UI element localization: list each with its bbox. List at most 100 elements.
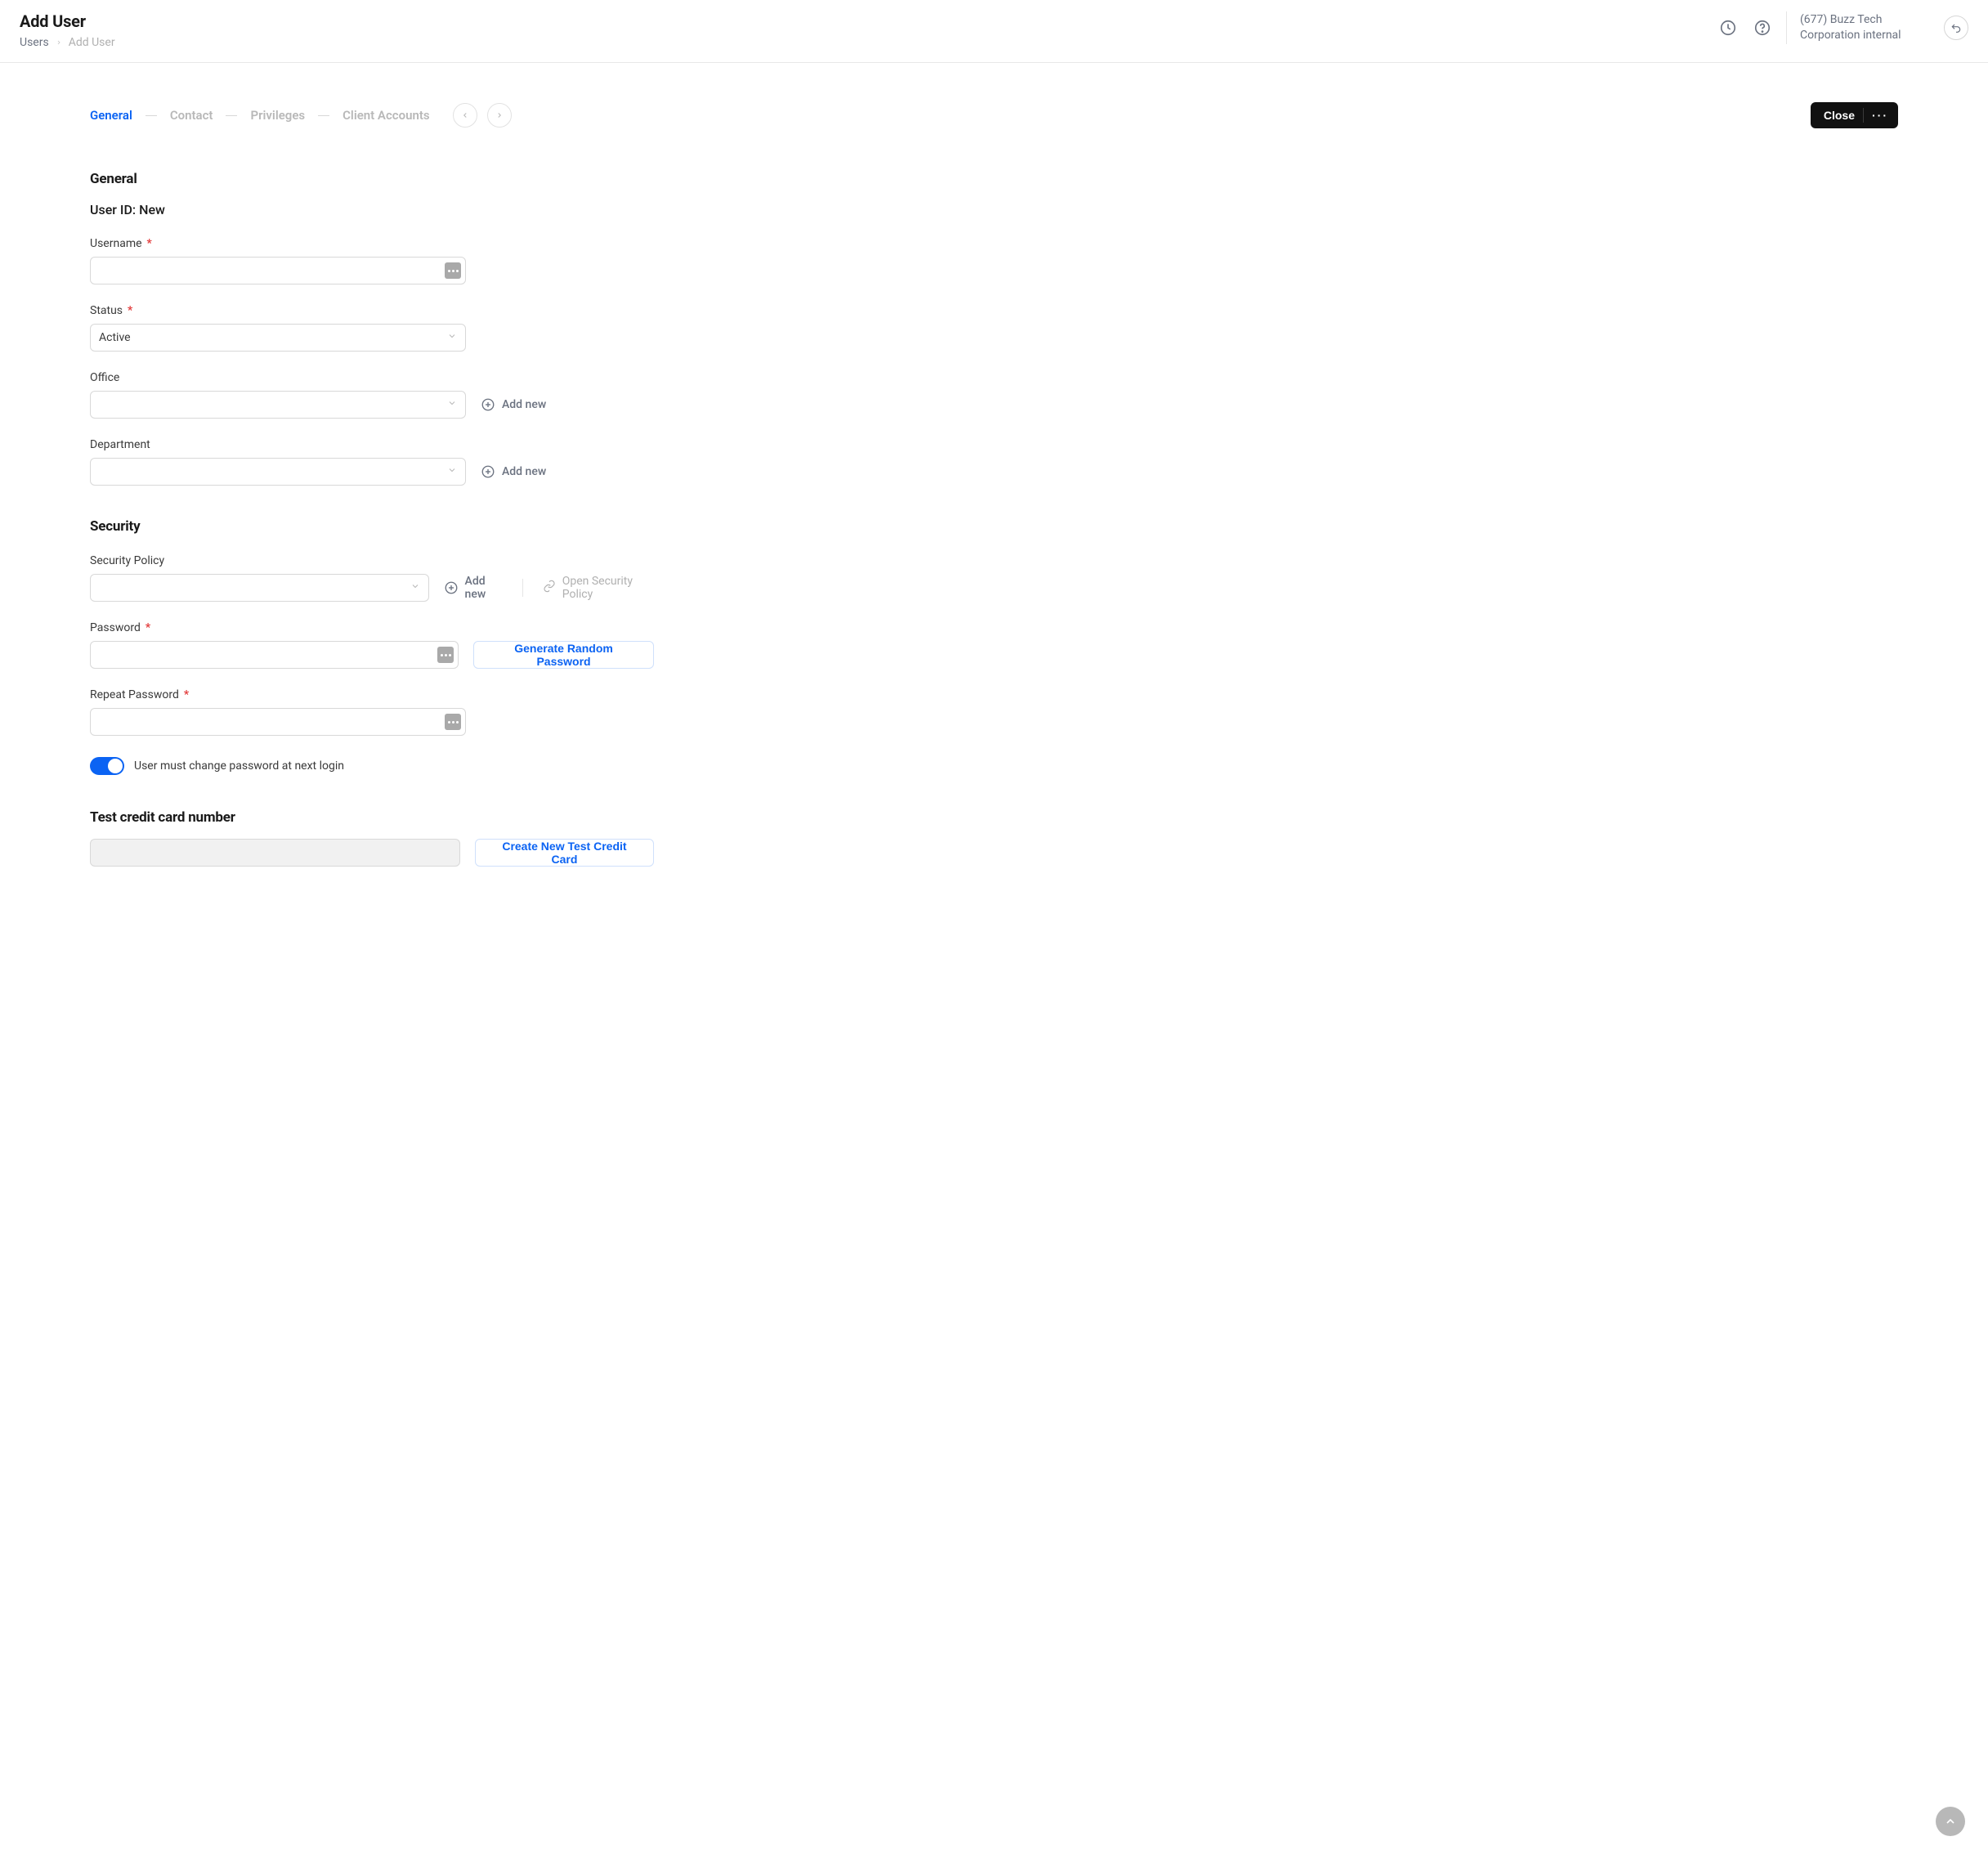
breadcrumb-root[interactable]: Users [20,36,49,49]
close-button-separator [1863,108,1864,123]
vertical-divider [522,579,523,597]
vertical-divider [1786,11,1787,44]
next-tab-button[interactable] [487,103,512,128]
plus-circle-icon [481,397,495,412]
history-icon[interactable] [1717,17,1739,38]
add-new-department-label: Add new [502,465,546,478]
username-input[interactable] [90,257,466,284]
help-icon[interactable] [1752,17,1773,38]
field-password: Password * Generate Random Password [90,621,654,669]
page-title: Add User [20,11,115,31]
chevron-down-icon [447,398,457,411]
generate-password-button[interactable]: Generate Random Password [473,641,654,669]
toggle-knob [108,759,123,773]
link-icon [543,580,556,596]
department-select[interactable] [90,458,466,486]
create-test-credit-card-button[interactable]: Create New Test Credit Card [475,839,654,867]
label-department: Department [90,438,654,451]
tab-separator [226,115,237,116]
status-select[interactable]: Active [90,324,466,352]
add-new-office[interactable]: Add new [481,397,546,412]
form-area: General User ID: New Username * Status * [16,137,1972,867]
label-security-policy-text: Security Policy [90,554,164,567]
chevron-down-icon [447,331,457,344]
user-id-value: New [139,202,165,217]
scroll-to-top-button[interactable] [1936,1807,1965,1836]
undo-icon[interactable] [1944,16,1968,40]
prev-tab-button[interactable] [453,103,477,128]
tab-separator [146,115,157,116]
chevron-down-icon [410,581,420,594]
plus-circle-icon [444,580,459,595]
field-security-policy: Security Policy Add new [90,554,654,602]
repeat-password-input[interactable] [90,708,466,736]
label-status: Status * [90,304,654,317]
section-title-testcc: Test credit card number [90,809,1898,826]
header-left: Add User Users Add User [20,11,115,49]
must-change-toggle[interactable] [90,757,124,775]
password-manager-icon[interactable] [445,262,461,279]
office-select[interactable] [90,391,466,419]
breadcrumb-current: Add User [69,36,115,49]
content-surface: General Contact Privileges Client Accoun… [16,79,1972,916]
section-title-general: General [90,171,1898,187]
field-status: Status * Active [90,304,654,352]
username-input-wrap [90,257,466,284]
chevron-right-icon [56,36,62,49]
breadcrumb: Users Add User [20,36,115,49]
required-asterisk: * [146,621,150,634]
field-office: Office Add new [90,371,654,419]
password-input[interactable] [90,641,459,669]
label-username: Username * [90,237,654,250]
tabs-row: General Contact Privileges Client Accoun… [16,79,1972,137]
field-must-change-password: User must change password at next login [90,757,1898,775]
close-button-label: Close [1824,109,1855,122]
tab-separator [318,115,329,116]
section-title-security: Security [90,518,1898,535]
label-password-text: Password [90,621,141,634]
add-new-department[interactable]: Add new [481,464,546,479]
label-department-text: Department [90,438,150,451]
label-password: Password * [90,621,654,634]
close-button[interactable]: Close ··· [1811,102,1898,128]
tab-contact[interactable]: Contact [170,108,213,123]
label-security-policy: Security Policy [90,554,654,567]
password-manager-icon[interactable] [437,647,454,663]
required-asterisk: * [147,237,152,250]
repeat-password-input-wrap [90,708,466,736]
add-new-policy[interactable]: Add new [444,575,503,601]
label-office: Office [90,371,654,384]
required-asterisk: * [128,304,132,317]
label-repeat-password: Repeat Password * [90,688,654,701]
page-header: Add User Users Add User (677) Buzz Tech … [0,0,1988,63]
field-username: Username * [90,237,654,284]
add-new-policy-label: Add new [465,575,503,601]
tab-general[interactable]: General [90,108,132,123]
add-new-office-label: Add new [502,398,546,411]
tab-nav [453,103,512,128]
label-office-text: Office [90,371,119,384]
label-username-text: Username [90,237,142,250]
label-status-text: Status [90,304,123,317]
password-manager-icon[interactable] [445,714,461,730]
open-security-policy-label: Open Security Policy [562,575,654,601]
user-id-prefix: User ID: [90,202,136,217]
header-right: (677) Buzz Tech Corporation internal [1717,11,1968,44]
tab-client-accounts[interactable]: Client Accounts [343,108,429,123]
open-security-policy[interactable]: Open Security Policy [543,575,654,601]
tab-privileges[interactable]: Privileges [250,108,305,123]
tabs: General Contact Privileges Client Accoun… [90,103,512,128]
password-input-wrap [90,641,459,669]
must-change-label: User must change password at next login [134,759,344,773]
field-department: Department Add new [90,438,654,486]
status-value: Active [99,331,131,344]
more-icon[interactable]: ··· [1872,109,1888,122]
field-repeat-password: Repeat Password * [90,688,654,736]
required-asterisk: * [184,688,189,701]
chevron-down-icon [447,465,457,478]
security-policy-select[interactable] [90,574,429,602]
label-repeat-password-text: Repeat Password [90,688,179,701]
testcc-input [90,839,460,867]
field-testcc: Create New Test Credit Card [90,839,654,867]
user-id-line: User ID: New [90,202,1898,217]
